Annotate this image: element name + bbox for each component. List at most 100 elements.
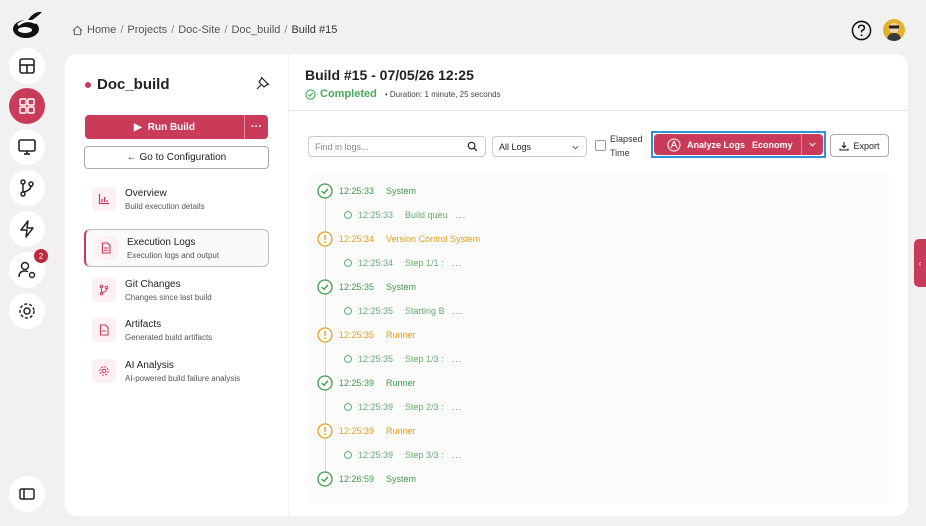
log-substep[interactable]: 12:25:35 Starting B ... <box>317 302 877 320</box>
elapsed-time-label: Elapsed Time <box>610 134 643 158</box>
build-sidebar: Doc_build ▶ Run Build ··· ← Go to Config… <box>65 54 288 516</box>
run-build-button[interactable]: ▶ Run Build ··· <box>85 115 268 139</box>
breadcrumb-projects[interactable]: Projects <box>127 24 167 36</box>
rail-sidebar-toggle-button[interactable] <box>9 476 45 512</box>
check-circle-icon <box>305 88 316 100</box>
log-time: 12:25:33 <box>358 210 394 220</box>
go-to-configuration-button[interactable]: ← Go to Configuration <box>84 146 269 169</box>
log-step[interactable]: 12:25:34 Version Control System <box>317 230 877 248</box>
log-viewer: 12:25:33 System 12:25:33 Build queu ... … <box>309 174 889 504</box>
log-message: Step 3/3 : <box>405 450 444 460</box>
success-check-icon <box>317 471 333 487</box>
nav-overview-label: Overview <box>125 187 167 199</box>
rail-user-settings-button[interactable]: 2 <box>9 249 48 288</box>
pin-icon[interactable] <box>256 76 270 90</box>
log-ellipsis: ... <box>451 402 463 412</box>
log-ellipsis: ... <box>451 450 463 460</box>
log-time: 12:25:34 <box>358 258 394 268</box>
log-step[interactable]: 12:25:33 System <box>317 182 877 200</box>
log-message: Step 1/1 : <box>405 258 444 268</box>
log-message: Runner <box>386 426 416 436</box>
log-step[interactable]: 12:25:39 Runner <box>317 374 877 392</box>
status-badge: Completed <box>320 88 377 100</box>
log-filter-value: All Logs <box>499 141 532 152</box>
log-time: 12:25:35 <box>339 282 375 292</box>
log-time: 12:25:33 <box>339 186 375 196</box>
log-substep[interactable]: 12:25:39 Step 3/3 : ... <box>317 446 877 464</box>
breadcrumb-doc-build[interactable]: Doc_build <box>231 24 280 36</box>
analyze-logs-label: Analyze Logs <box>687 139 746 150</box>
nav-ai-analysis-label: AI Analysis <box>125 359 174 371</box>
log-message: System <box>386 474 417 484</box>
export-button[interactable]: Export <box>830 134 889 157</box>
log-step[interactable]: 12:26:59 System <box>317 470 877 488</box>
breadcrumb-separator: / <box>171 24 175 36</box>
log-time: 12:25:34 <box>339 234 375 244</box>
rail-git-button[interactable] <box>9 170 45 206</box>
log-substep[interactable]: 12:25:35 Step 1/3 : ... <box>317 350 877 368</box>
log-time: 12:25:39 <box>358 402 394 412</box>
avatar-icon <box>887 23 901 41</box>
notification-badge: 2 <box>34 249 48 263</box>
chevron-down-icon <box>572 145 579 150</box>
success-check-icon <box>317 183 333 199</box>
rail-settings-button[interactable] <box>9 293 45 329</box>
gear-icon <box>92 359 116 383</box>
logo-icon[interactable] <box>10 8 44 42</box>
home-icon[interactable] <box>72 25 83 36</box>
elapsed-time-checkbox[interactable] <box>595 140 606 151</box>
nav-git-changes-desc: Changes since last build <box>125 292 212 302</box>
rail-monitor-button[interactable] <box>9 129 45 165</box>
rail-apps-button[interactable] <box>9 88 45 124</box>
log-message: System <box>386 186 417 196</box>
file-icon <box>92 318 116 342</box>
right-panel-toggle[interactable]: ‹ <box>914 239 926 287</box>
nav-overview[interactable]: Overview Build execution details <box>84 180 269 218</box>
project-status-dot <box>85 81 91 88</box>
build-header: Build #15 - 07/05/26 12:25 Completed • D… <box>289 54 908 111</box>
analyze-logs-button[interactable]: Analyze Logs Economy <box>654 134 823 155</box>
log-time: 12:25:39 <box>339 426 375 436</box>
log-step[interactable]: 12:25:39 Runner <box>317 422 877 440</box>
log-time: 12:25:35 <box>339 330 375 340</box>
log-filter-select[interactable]: All Logs <box>492 136 587 157</box>
breadcrumb-home[interactable]: Home <box>87 24 116 36</box>
rail-lightning-button[interactable] <box>9 211 45 247</box>
log-time: 12:25:35 <box>358 306 394 316</box>
download-icon <box>839 141 850 151</box>
elapsed-time-toggle[interactable]: Elapsed Time <box>595 132 646 160</box>
analyze-options-button[interactable] <box>801 134 823 155</box>
log-substep[interactable]: 12:25:34 Step 1/1 : ... <box>317 254 877 272</box>
log-substep[interactable]: 12:25:39 Step 2/3 : ... <box>317 398 877 416</box>
nav-artifacts[interactable]: Artifacts Generated build artifacts <box>84 311 269 349</box>
settings-gear-icon <box>19 303 35 319</box>
log-search-input[interactable]: Find in logs... <box>308 136 486 157</box>
log-ellipsis: ... <box>452 306 464 316</box>
log-time: 12:26:59 <box>339 474 375 484</box>
log-ellipsis: ... <box>455 210 467 220</box>
user-settings-icon <box>18 261 36 279</box>
log-step[interactable]: 12:25:35 System <box>317 278 877 296</box>
run-build-more-button[interactable]: ··· <box>244 115 268 139</box>
log-message: Build queu <box>405 210 448 220</box>
apps-grid-icon <box>19 98 35 114</box>
warning-icon <box>317 231 333 247</box>
nav-artifacts-desc: Generated build artifacts <box>125 332 213 342</box>
chevron-down-icon <box>809 142 816 147</box>
monitor-icon <box>18 139 36 155</box>
log-substep[interactable]: 12:25:33 Build queu ... <box>317 206 877 224</box>
nav-artifacts-label: Artifacts <box>125 318 162 330</box>
nav-git-changes-label: Git Changes <box>125 278 181 290</box>
help-icon[interactable] <box>851 20 872 41</box>
log-message: Version Control System <box>386 234 481 244</box>
run-build-main[interactable]: ▶ Run Build <box>85 115 244 139</box>
nav-ai-analysis[interactable]: AI Analysis AI-powered build failure ana… <box>84 352 269 390</box>
nav-execution-logs[interactable]: Execution Logs Execution logs and output <box>84 229 269 267</box>
nav-git-changes[interactable]: Git Changes Changes since last build <box>84 271 269 309</box>
rail-dashboard-button[interactable] <box>9 48 45 84</box>
build-title: Build #15 - 07/05/26 12:25 <box>305 67 474 83</box>
breadcrumb-doc-site[interactable]: Doc-Site <box>178 24 220 36</box>
ai-brain-icon <box>667 138 681 151</box>
user-avatar[interactable] <box>883 19 905 41</box>
log-step[interactable]: 12:25:35 Runner <box>317 326 877 344</box>
